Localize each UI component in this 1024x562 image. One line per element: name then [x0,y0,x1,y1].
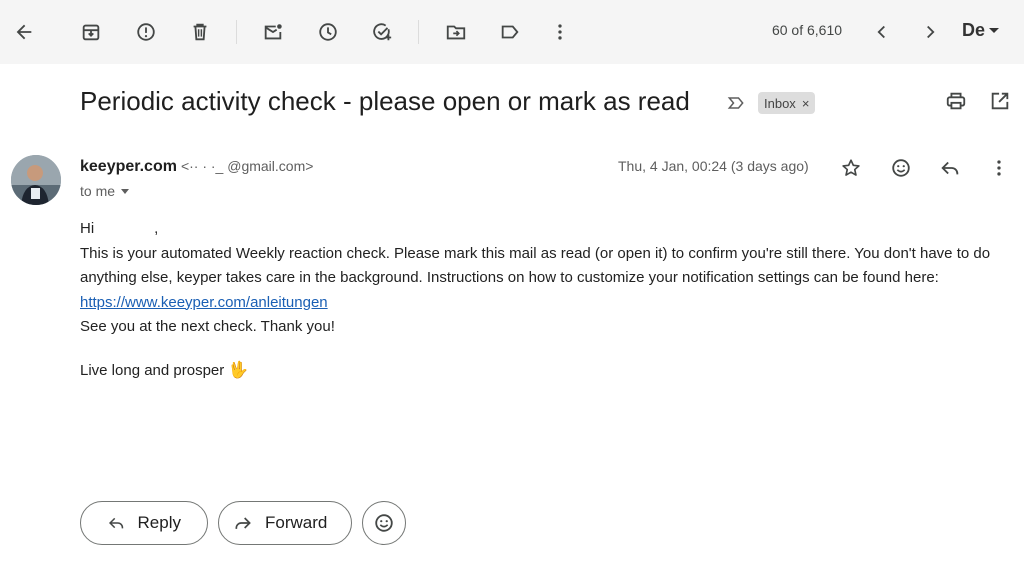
message-more-button[interactable] [986,155,1012,181]
print-icon [946,92,966,110]
language-label: De [962,20,986,40]
archive-button[interactable] [71,12,111,52]
toolbar-divider [236,20,237,44]
closing-line: See you at the next check. Thank you! [80,318,335,335]
reply-icon [108,517,124,529]
labels-button[interactable] [490,12,530,52]
signoff-text: Live long and prosper [80,361,225,379]
move-to-icon [446,25,466,40]
greeting-suffix: , [154,220,159,237]
reply-icon [941,161,959,175]
star-button[interactable] [838,155,864,181]
snooze-icon [319,23,337,41]
more-button[interactable] [540,12,580,52]
older-button[interactable] [910,12,950,52]
add-to-tasks-button[interactable] [362,12,402,52]
open-in-new-icon [991,92,1009,110]
body-text: This is your automated Weekly reaction c… [80,244,991,287]
add-to-tasks-icon [373,23,392,41]
delete-button[interactable] [180,12,220,52]
chevron-right-icon [927,25,935,39]
arrow-left-icon [16,24,32,40]
emoji-icon [892,159,910,177]
forward-button[interactable]: Forward [218,501,352,545]
chevron-down-icon [989,28,1000,33]
toolbar: 60 of 6,610 De [0,0,1024,64]
move-to-button[interactable] [436,12,476,52]
toolbar-divider [418,20,419,44]
mark-unread-icon [264,24,282,40]
message-date: Thu, 4 Jan, 00:24 (3 days ago) [618,158,809,174]
sender-email: <·· · ·_ @gmail.com> [180,158,314,174]
reply-button[interactable]: Reply [80,501,208,545]
more-vert-icon [997,160,1001,176]
inbox-label-chip[interactable]: Inbox × [758,92,816,114]
importance-marker-icon[interactable] [726,93,746,113]
open-in-new-window-button[interactable] [989,90,1015,116]
signoff: Live long and prosper 🖖 [80,360,248,380]
reply-label: Reply [137,513,181,532]
print-button[interactable] [945,90,971,116]
greeting-line: Hi, [80,217,1010,242]
sender-photo-icon [11,155,61,205]
avatar[interactable] [11,155,61,205]
sender-name[interactable]: keeyper.com [80,158,177,176]
message-counter: 60 of 6,610 [771,22,843,38]
more-vert-icon [558,24,562,40]
language-selector[interactable]: De [962,20,1000,41]
mark-unread-button[interactable] [253,12,293,52]
star-icon [842,159,860,176]
emoji-icon [375,514,393,532]
report-spam-icon [137,23,155,41]
email-subject: Periodic activity check - please open or… [80,86,690,116]
recipient-label: to me [80,183,116,199]
add-reaction-button[interactable] [888,155,914,181]
label-text: Inbox [764,95,796,111]
greeting-prefix: Hi [80,220,95,237]
vulcan-salute-icon: 🖖 [228,362,249,379]
recipient-details-toggle[interactable]: to me [80,183,130,199]
chevron-down-icon [121,188,130,194]
forward-icon [235,517,251,529]
sender-line: keeyper.com <·· · ·_ @gmail.com> [80,158,313,176]
archive-icon [82,24,100,41]
body-paragraph: This is your automated Weekly reaction c… [80,242,1010,316]
instructions-link[interactable]: https://www.keeyper.com/anleitungen [80,294,328,311]
message-body: Hi, This is your automated Weekly reacti… [80,217,1010,340]
chevron-left-icon [877,25,885,39]
snooze-button[interactable] [308,12,348,52]
emoji-reaction-button[interactable] [362,501,406,545]
report-spam-button[interactable] [126,12,166,52]
newer-button[interactable] [862,12,902,52]
back-button[interactable] [4,12,44,52]
labels-icon [501,25,519,39]
delete-icon [193,23,207,41]
reply-icon-button[interactable] [937,155,963,181]
forward-label: Forward [265,513,328,532]
remove-label-icon[interactable]: × [802,96,810,111]
